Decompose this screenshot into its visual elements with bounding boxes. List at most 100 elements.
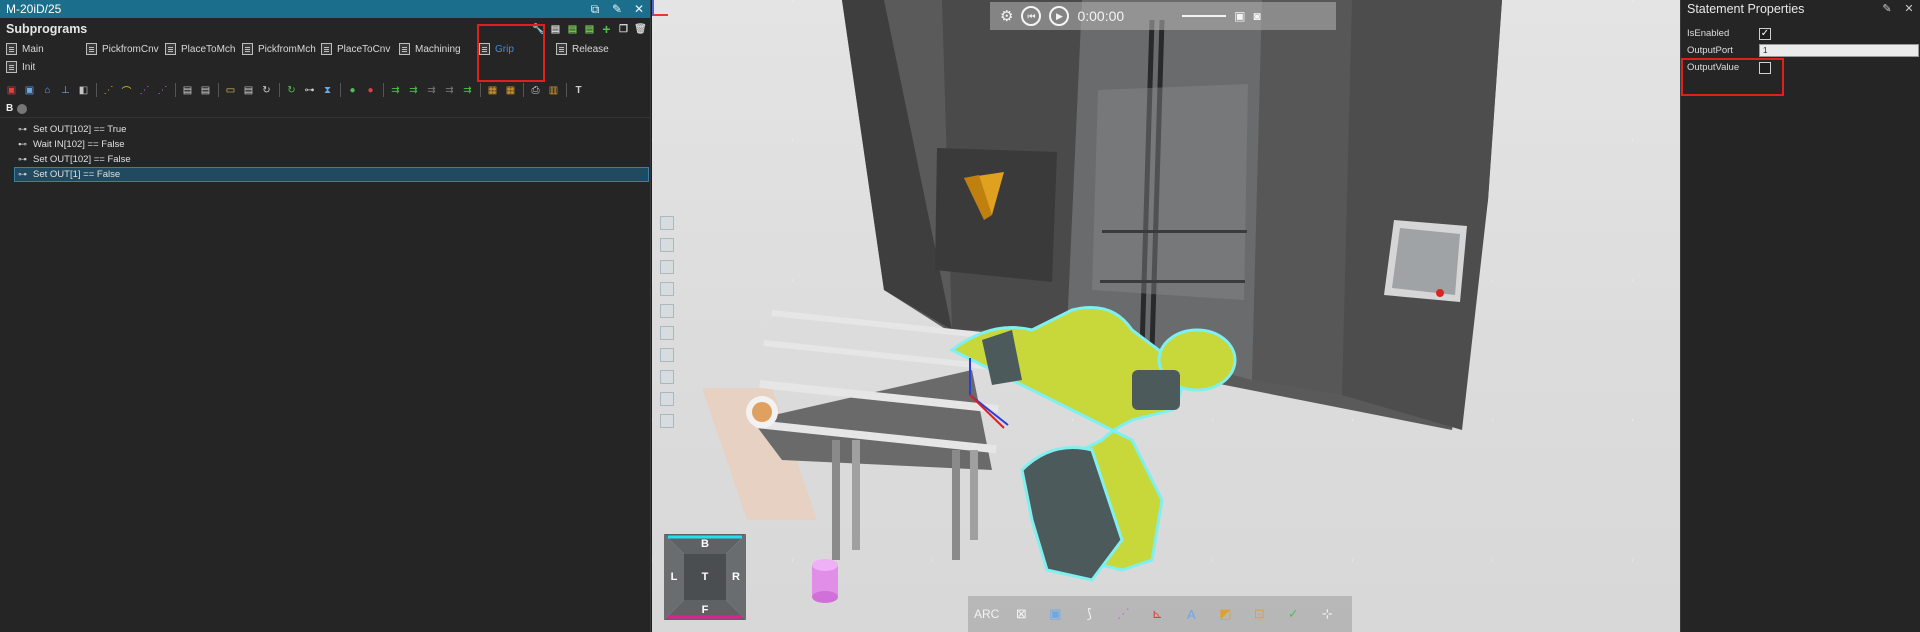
statement-row[interactable]: ⊶ Set OUT[102] == False	[0, 152, 650, 167]
light-icon[interactable]	[660, 370, 674, 384]
open-folder-icon[interactable]: ▭	[223, 83, 238, 97]
statement-list: ⊶ Set OUT[102] == True ⊷ Wait IN[102] == F…	[0, 122, 650, 182]
tab-placetocnv[interactable]: PlaceToCnv	[321, 40, 390, 58]
tab-label: Machining	[415, 43, 461, 55]
return-icon[interactable]: ⇉	[442, 83, 457, 97]
new-program-icon[interactable]: ▤	[565, 22, 580, 36]
confirm-icon[interactable]: ✓	[1281, 602, 1305, 626]
binary-icon[interactable]: B	[6, 103, 13, 114]
simulation-time: 0:00:00	[1077, 8, 1125, 24]
path-icon[interactable]: ⋰	[1111, 602, 1135, 626]
statement-row[interactable]: ⊶ Set OUT[102] == True	[0, 122, 650, 137]
path-motion-icon[interactable]: ⋰	[155, 83, 170, 97]
tab-release[interactable]: Release	[556, 40, 609, 58]
grid-options-icon[interactable]	[660, 326, 674, 340]
linear-motion-icon[interactable]: ⋰	[101, 83, 116, 97]
zoom-selection-icon[interactable]	[660, 238, 674, 252]
tab-placetomch[interactable]: PlaceToMch	[165, 40, 235, 58]
fill-view-icon[interactable]	[660, 216, 674, 230]
play-icon[interactable]: ▶	[1049, 6, 1070, 26]
box-select-icon[interactable]: ▣	[1043, 602, 1067, 626]
tab-init[interactable]: Init	[6, 58, 35, 76]
3d-viewport[interactable]: ⚙ ⏮ ▶ 0:00:00 ▣ ◙ B L T R F ARC ⊠ ▣ ⟆ ⋰ …	[652, 0, 1680, 632]
pin-icon[interactable]: ✎	[606, 2, 628, 16]
record-video-icon[interactable]: ◙	[1254, 9, 1261, 23]
material-icon[interactable]	[660, 392, 674, 406]
measure-icon[interactable]	[660, 414, 674, 428]
subprograms-title: Subprograms	[6, 22, 88, 36]
float-window-icon[interactable]: ⧉	[584, 2, 606, 17]
tab-pickfromcnv[interactable]: PickfromCnv	[86, 40, 159, 58]
render-mode-icon[interactable]	[660, 304, 674, 318]
stop-icon[interactable]: ●	[363, 83, 378, 97]
robot-jog-icon[interactable]: ⟆	[1077, 602, 1101, 626]
print-statement-icon[interactable]: ▤	[198, 83, 213, 97]
add-icon[interactable]: +	[599, 21, 614, 37]
if-statement-icon[interactable]: ⇉	[388, 83, 403, 97]
rewind-icon[interactable]: ⏮	[1021, 6, 1042, 26]
select-tool-icon[interactable]: ⊠	[1009, 602, 1033, 626]
tab-label: PickfromMch	[258, 43, 316, 55]
frame-icon[interactable]: ◧	[76, 83, 91, 97]
connection-icon[interactable]: ⊹	[1315, 602, 1339, 626]
snap-icon[interactable]: ◩	[1213, 602, 1237, 626]
define-base-icon[interactable]: ⌂	[40, 83, 55, 97]
pin-icon[interactable]: ✎	[1876, 2, 1898, 15]
else-icon[interactable]: ⇉	[406, 83, 421, 97]
program-icon	[399, 43, 410, 55]
robot-arm[interactable]	[949, 306, 1237, 582]
tab-machining[interactable]: Machining	[399, 40, 461, 58]
isenabled-checkbox[interactable]: ✓	[1759, 27, 1771, 40]
snap-options-icon[interactable]	[660, 348, 674, 362]
switch-icon[interactable]: ⇉	[424, 83, 439, 97]
io-statement-icon[interactable]: ▣	[22, 83, 37, 97]
call-subroutine-icon[interactable]: ⊶	[302, 83, 317, 97]
camera-icon[interactable]: ▣	[1234, 9, 1245, 23]
projection-icon[interactable]	[660, 282, 674, 296]
part-cylinder[interactable]	[812, 559, 838, 603]
outputport-input[interactable]	[1759, 44, 1919, 57]
navcube-left[interactable]: L	[664, 567, 684, 587]
copy-program-icon[interactable]: ▤	[582, 22, 597, 36]
crop-icon[interactable]: ⊡	[1247, 602, 1271, 626]
navcube-right[interactable]: R	[726, 567, 746, 587]
arc-label[interactable]: ARC	[974, 607, 999, 621]
circular-motion-icon[interactable]: ⋰	[137, 83, 152, 97]
joint-motion-icon[interactable]: ⌒	[119, 83, 134, 98]
navcube-top[interactable]: T	[684, 554, 726, 600]
tab-pickfrommch[interactable]: PickfromMch	[242, 40, 316, 58]
save-program-icon[interactable]: ▤	[241, 83, 256, 97]
axes-icon[interactable]: ⊾	[1145, 602, 1169, 626]
print-icon[interactable]: ⎙	[528, 83, 543, 97]
tab-main[interactable]: Main	[6, 40, 44, 58]
speed-slider[interactable]	[1182, 15, 1227, 17]
play-icon[interactable]: ●	[345, 83, 360, 97]
stop-statement-icon[interactable]: ▣	[4, 83, 19, 97]
close-icon[interactable]: ✕	[628, 2, 650, 16]
top-view-icon[interactable]	[660, 260, 674, 274]
navigation-cube[interactable]: B L T R F	[664, 534, 746, 620]
break-icon[interactable]: ⇉	[460, 83, 475, 97]
record-icon[interactable]	[17, 103, 28, 114]
handle-icon[interactable]: ▦	[503, 83, 518, 97]
clipboard-icon[interactable]: ▤	[548, 22, 563, 36]
component-icon[interactable]: ▦	[485, 83, 500, 97]
robot-title: M-20iD/25	[6, 2, 62, 16]
refresh-icon[interactable]: ↻	[259, 83, 274, 97]
define-tool-icon[interactable]: ⊥	[58, 83, 73, 97]
text-annotation-icon[interactable]: A	[1179, 602, 1203, 626]
delete-icon[interactable]: 🗑	[633, 22, 648, 36]
while-loop-icon[interactable]: ↻	[284, 83, 299, 97]
duplicate-icon[interactable]: ❐	[616, 22, 631, 36]
divider	[218, 83, 219, 97]
statistics-icon[interactable]: ▥	[546, 83, 561, 97]
navcube-front[interactable]: F	[697, 600, 713, 620]
text-icon[interactable]: T	[571, 83, 586, 97]
delay-icon[interactable]: ⧗	[320, 83, 335, 97]
navcube-back[interactable]: B	[697, 534, 713, 554]
statement-row-selected[interactable]: ⊶ Set OUT[1] == False	[14, 167, 649, 182]
settings-icon[interactable]: ⚙	[1000, 7, 1013, 25]
close-icon[interactable]: ✕	[1898, 2, 1920, 15]
statement-row[interactable]: ⊷ Wait IN[102] == False	[0, 137, 650, 152]
comment-icon[interactable]: ▤	[180, 83, 195, 97]
